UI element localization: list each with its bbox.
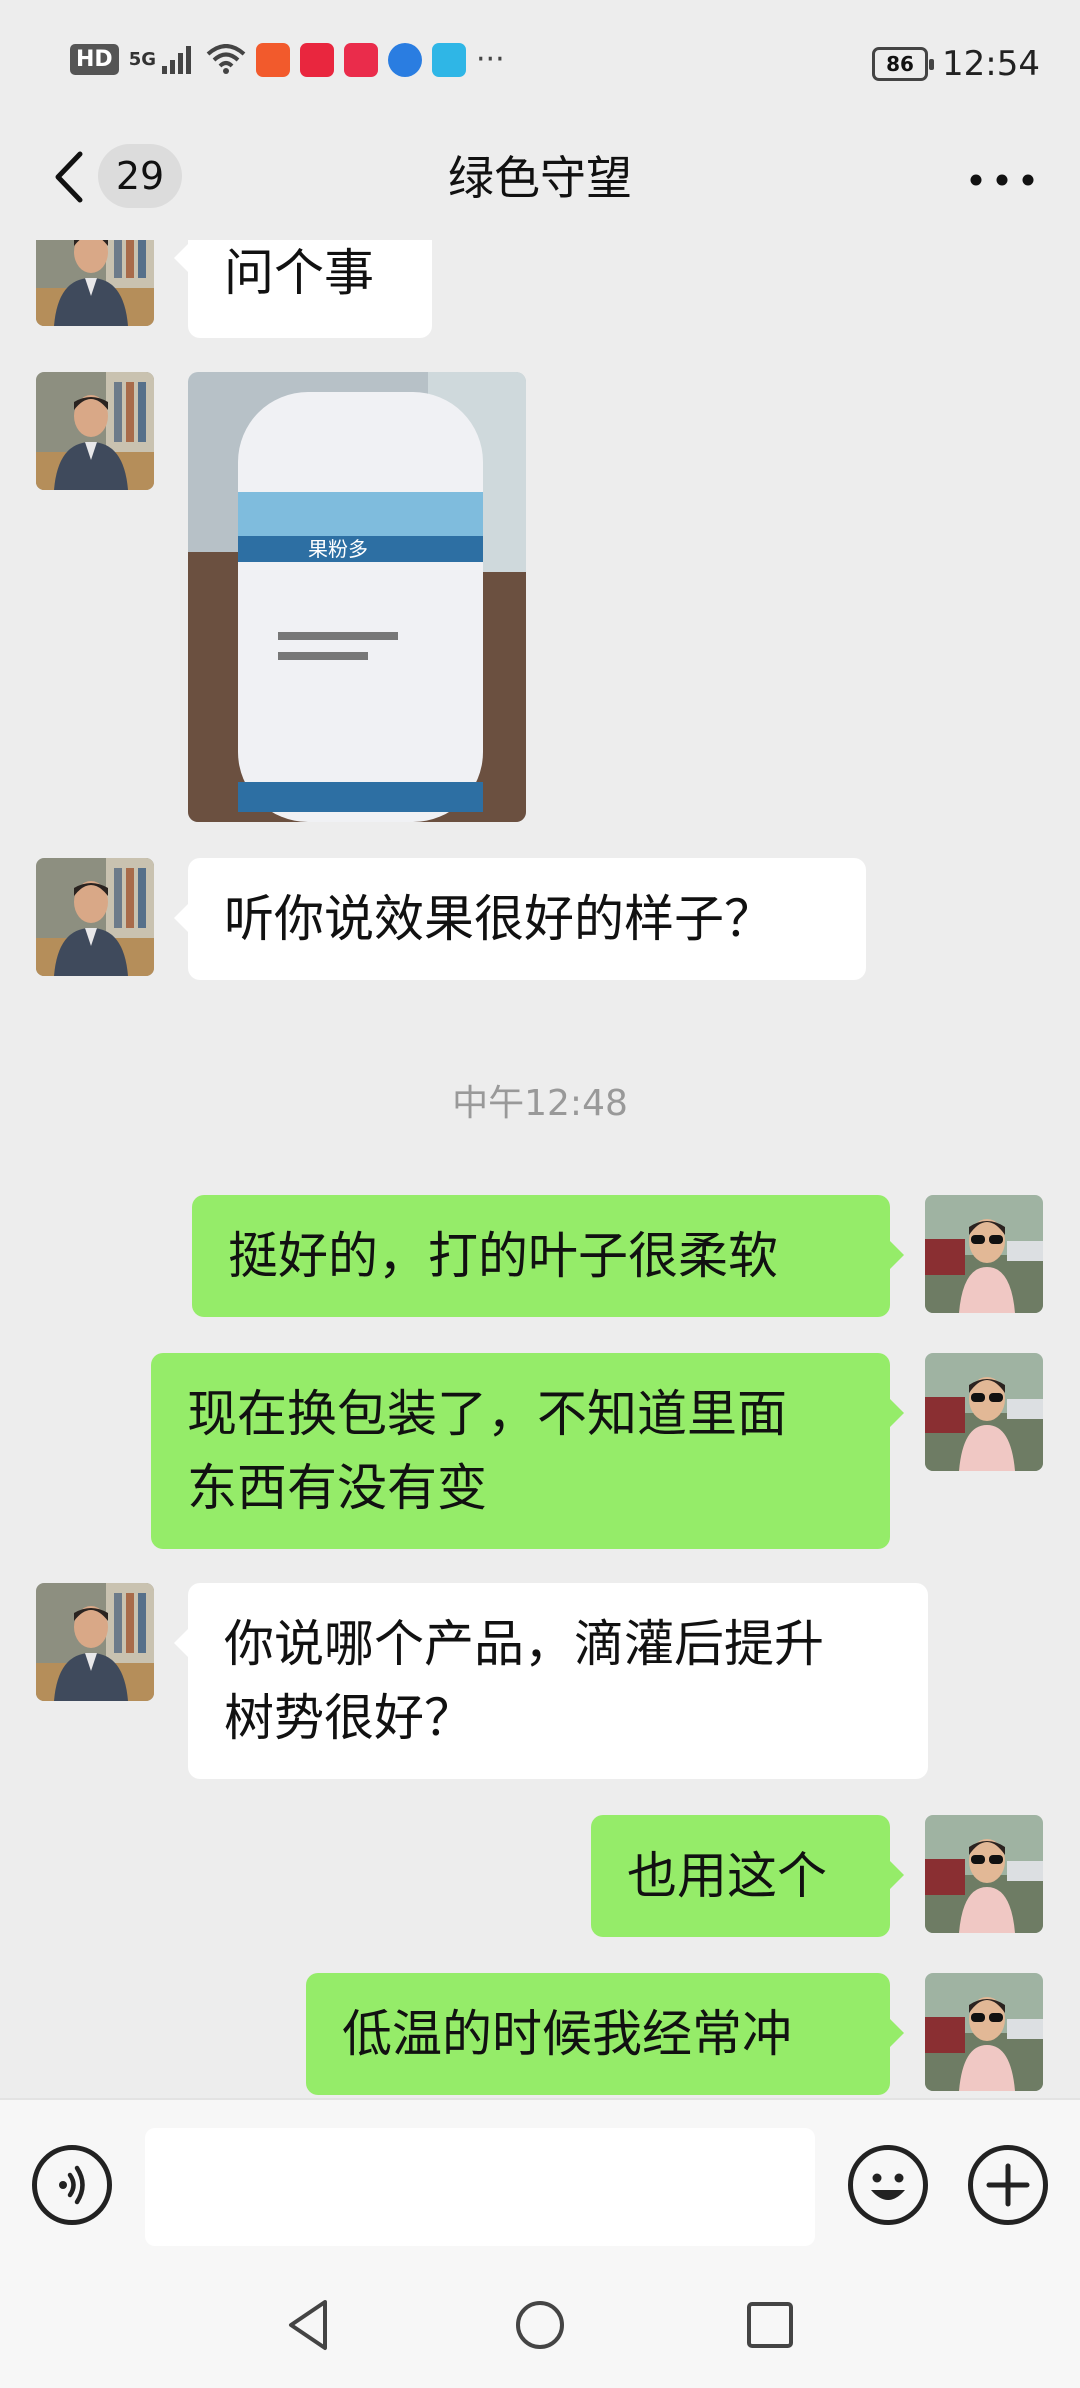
signal-5g-label: 5G <box>128 49 156 70</box>
message-bubble[interactable]: 也用这个 <box>591 1815 904 1937</box>
emoji-button[interactable] <box>848 2145 928 2225</box>
image-label-text: 果粉多 <box>308 537 368 561</box>
my-avatar[interactable] <box>925 1353 1043 1471</box>
message-text: 东西有没有变 <box>187 1459 487 1517</box>
taobao-app-icon <box>300 42 334 77</box>
nav-home-icon[interactable] <box>505 2290 575 2360</box>
my-avatar[interactable] <box>925 1815 1043 1933</box>
message-text: 低温的时候我经常冲 <box>342 2005 792 2063</box>
message-text: 也用这个 <box>627 1847 827 1905</box>
chat-header: 29 绿色守望 <box>0 120 1080 240</box>
clock: 12:54 <box>942 44 1040 84</box>
status-bar: HD 5G ··· 86 12:54 <box>0 0 1080 120</box>
voice-icon <box>59 2165 85 2205</box>
my-avatar[interactable] <box>925 1195 1043 1313</box>
my-avatar[interactable] <box>925 1973 1043 2091</box>
message-text: 你说哪个产品，滴灌后提升 <box>224 1615 824 1673</box>
message-bubble[interactable]: 问个事 <box>174 240 432 338</box>
message-bubble[interactable]: 你说哪个产品，滴灌后提升 树势很好？ <box>174 1583 928 1779</box>
nav-back-icon[interactable] <box>275 2290 345 2360</box>
contact-avatar[interactable] <box>36 858 154 976</box>
message-text: 听你说效果很好的样子？ <box>224 890 774 948</box>
image-message[interactable]: 果粉多 <box>188 372 526 822</box>
more-functions-button[interactable] <box>968 2145 1048 2225</box>
chat-input-bar <box>0 2098 1080 2270</box>
more-options-icon[interactable] <box>962 160 1042 200</box>
reader-app-icon <box>432 42 466 77</box>
message-bubble[interactable]: 听你说效果很好的样子？ <box>174 858 866 980</box>
contact-avatar[interactable] <box>36 1583 154 1701</box>
contact-avatar[interactable] <box>36 240 154 326</box>
contact-avatar[interactable] <box>36 372 154 490</box>
status-right: 86 12:54 <box>872 44 1040 84</box>
more-notifications-icon: ··· <box>476 42 505 77</box>
message-text: 挺好的，打的叶子很柔软 <box>228 1227 778 1285</box>
message-bubble[interactable]: 现在换包装了，不知道里面 东西有没有变 <box>151 1353 904 1549</box>
video-app-icon <box>344 42 378 77</box>
message-text: 现在换包装了，不知道里面 <box>187 1385 787 1443</box>
signal-icon <box>162 45 191 74</box>
status-left: HD 5G ··· <box>70 42 505 77</box>
nav-recents-icon[interactable] <box>735 2290 805 2360</box>
browser-app-icon <box>388 42 422 77</box>
message-timestamp: 中午12:48 <box>452 1083 628 1124</box>
wifi-icon <box>206 43 246 74</box>
message-list[interactable]: 问个事 果粉多 听你说效果很好的样子？ 中午12:48 挺好的，打的叶子很柔软 … <box>0 240 1080 2098</box>
hd-indicator: HD <box>70 44 119 75</box>
battery-icon: 86 <box>872 47 935 81</box>
system-navigation-bar <box>0 2268 1080 2388</box>
message-input[interactable] <box>145 2128 815 2246</box>
plus-icon <box>986 2163 1030 2207</box>
pinduoduo-app-icon <box>256 42 290 77</box>
message-text: 树势很好？ <box>224 1689 474 1747</box>
message-bubble[interactable]: 低温的时候我经常冲 <box>306 1973 904 2095</box>
emoji-icon <box>871 2173 905 2200</box>
voice-input-button[interactable] <box>32 2145 112 2225</box>
message-bubble[interactable]: 挺好的，打的叶子很柔软 <box>192 1195 904 1317</box>
message-text: 问个事 <box>224 244 374 302</box>
chat-title: 绿色守望 <box>448 151 632 205</box>
